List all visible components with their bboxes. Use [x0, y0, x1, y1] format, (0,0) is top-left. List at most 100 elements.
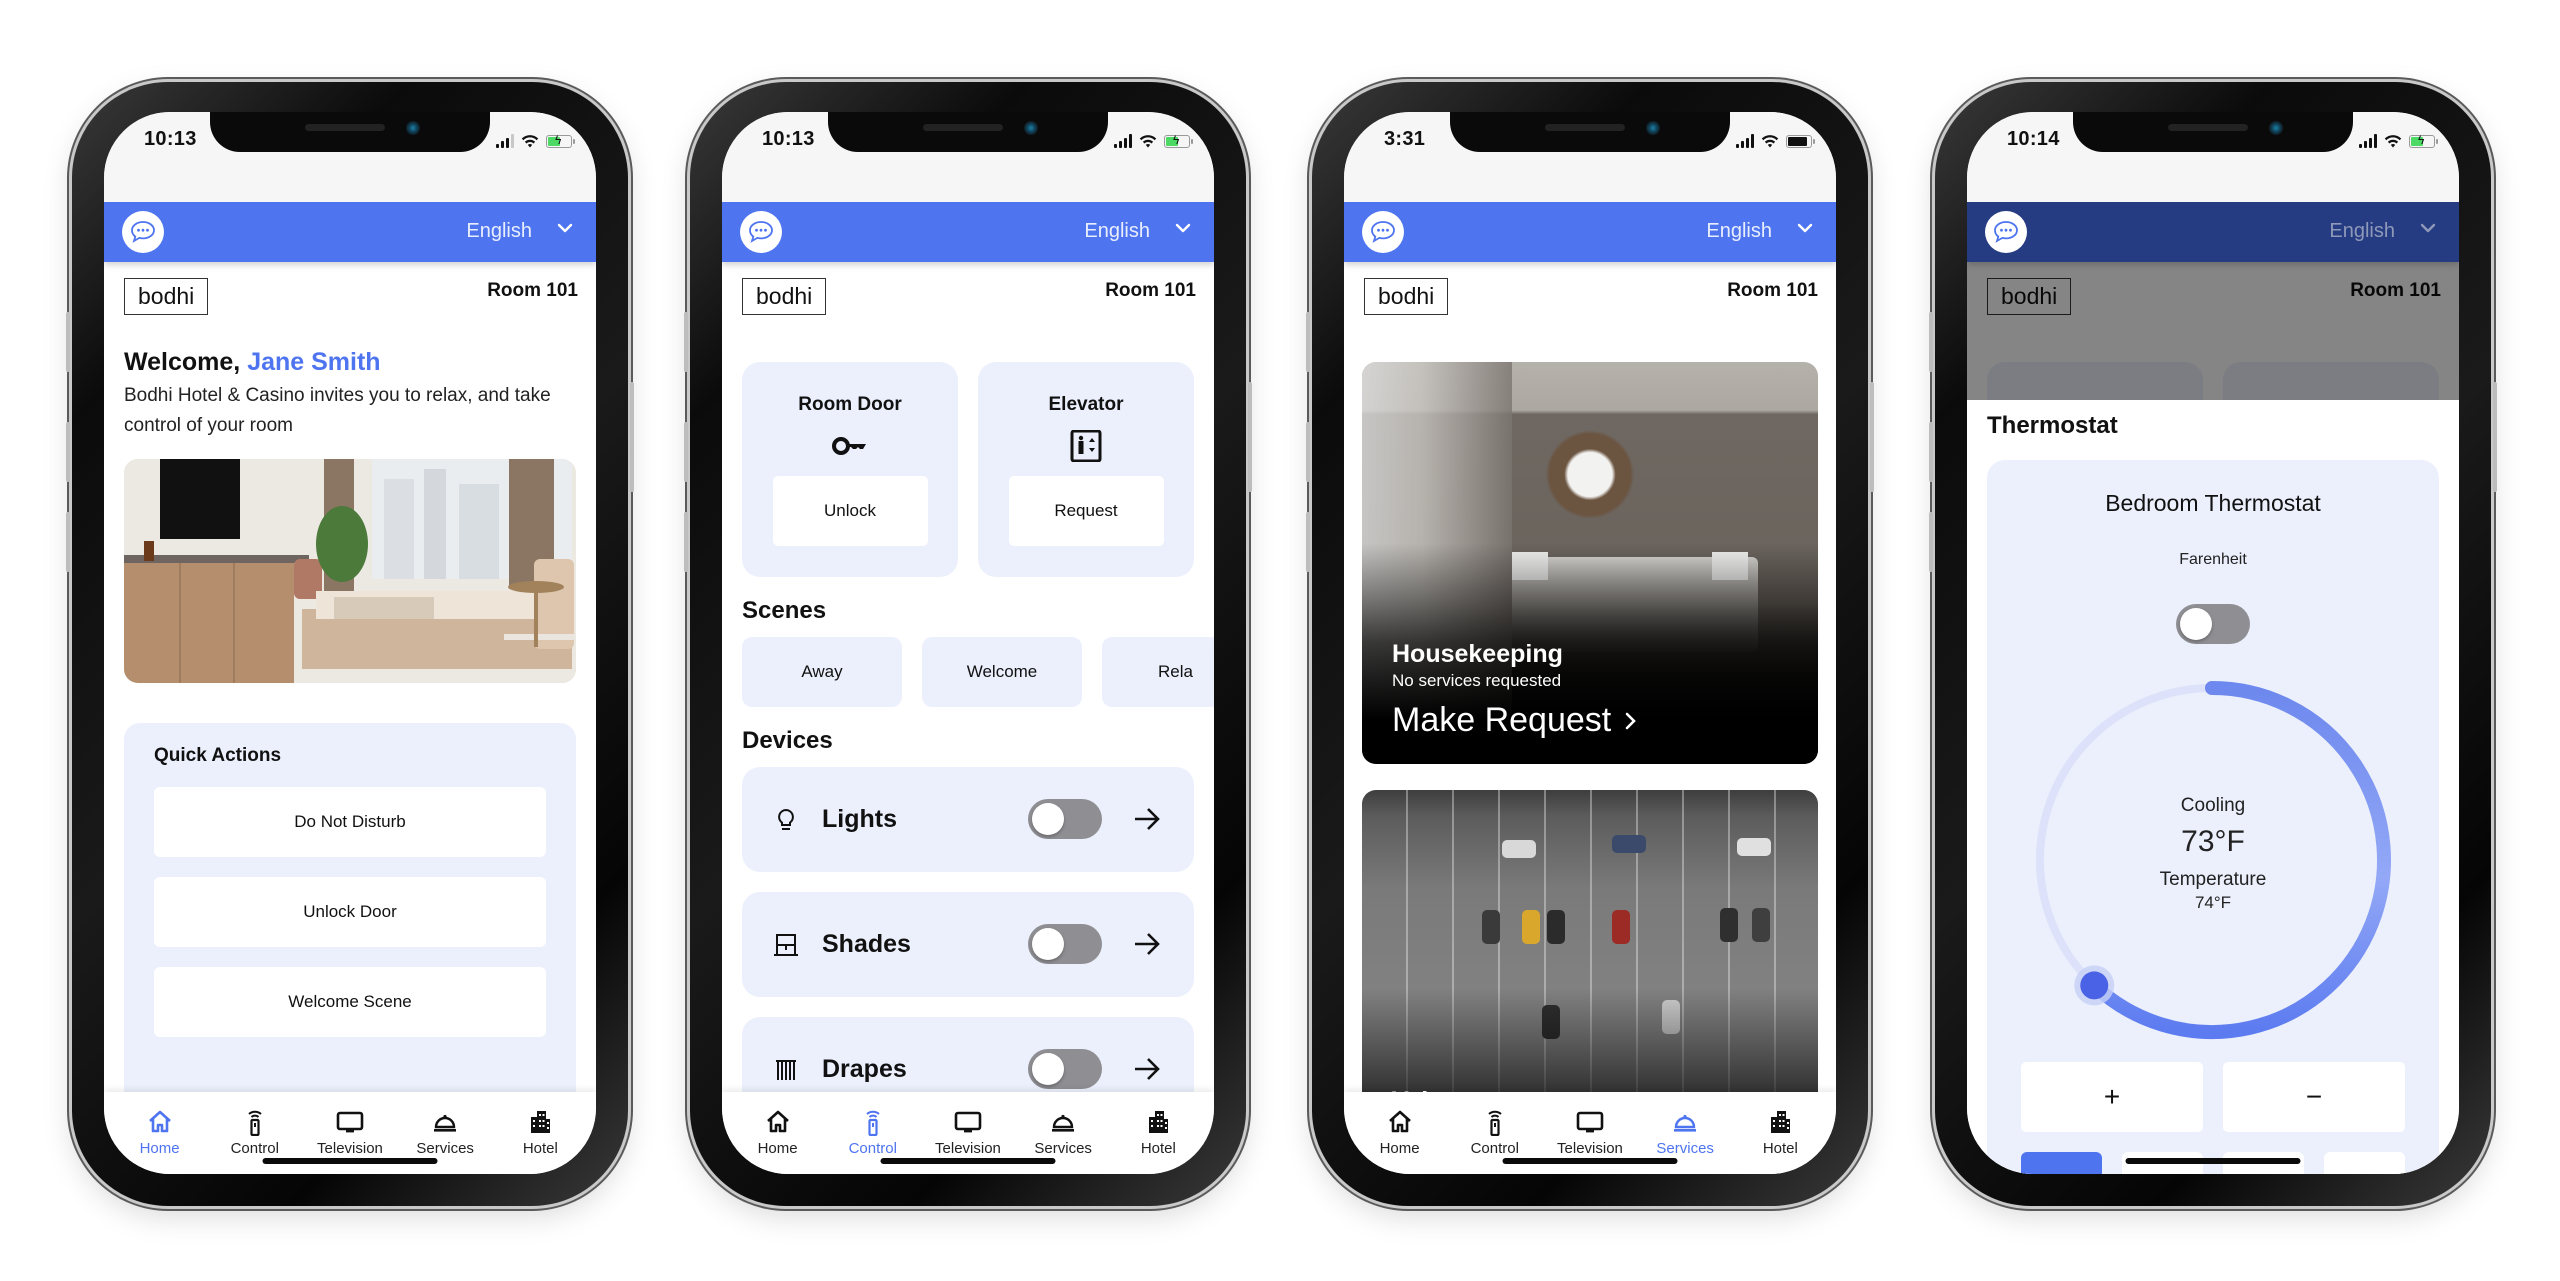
home-indicator[interactable] [880, 1158, 1056, 1164]
home-icon [1388, 1110, 1411, 1133]
arrow-right-icon[interactable] [1132, 1055, 1162, 1083]
service-status: No services requested [1392, 671, 1562, 690]
welcome-scene-button[interactable]: Welcome Scene [154, 967, 546, 1037]
home-indicator[interactable] [2125, 1158, 2301, 1164]
car-shape [1720, 908, 1738, 942]
phone-services-screen: 3:31 English bodhi Room 101 Housekeeping… [1306, 82, 1874, 1206]
chat-button[interactable] [1985, 211, 2027, 253]
drapes-toggle[interactable] [1028, 1049, 1102, 1089]
thermostat-name: Bedroom Thermostat [2105, 490, 2321, 516]
scene-welcome-button[interactable]: Welcome [922, 637, 1082, 707]
room-number: Room 101 [1105, 280, 1196, 301]
dial-handle[interactable] [2080, 971, 2109, 1000]
elevator-icon [1070, 430, 1102, 462]
app-header: English [1344, 202, 1836, 262]
tab-label: Hotel [1140, 1140, 1176, 1157]
tab-home[interactable]: Home [1355, 1092, 1445, 1174]
sheet-title: Thermostat [1987, 412, 2118, 439]
card-title: Room Door [798, 394, 902, 415]
service-title: Housekeeping [1392, 640, 1563, 668]
thermostat-card: Bedroom Thermostat Farenheit Cooling 73°… [1987, 460, 2439, 1174]
request-elevator-button[interactable]: Request [1008, 476, 1164, 546]
tab-label: Television [935, 1140, 1001, 1157]
welcome-message: Bodhi Hotel & Casino invites you to rela… [124, 385, 551, 436]
device-row-lights[interactable]: Lights [742, 767, 1194, 872]
tab-home[interactable]: Home [115, 1092, 205, 1174]
modal-backdrop[interactable] [1967, 262, 2459, 400]
chat-button[interactable] [740, 211, 782, 253]
device-row-shades[interactable]: Shades [742, 892, 1194, 997]
status-time: 3:31 [1384, 128, 1426, 150]
scenes-carousel[interactable]: Away Welcome Rela [722, 625, 1214, 707]
dial-readout: Cooling 73°F Temperature 74°F [1987, 795, 2439, 913]
hotel-logo: bodhi [124, 278, 209, 315]
wifi-icon [1761, 135, 1779, 148]
language-select[interactable]: English [466, 220, 532, 243]
do-not-disturb-button[interactable]: Do Not Disturb [154, 787, 546, 857]
mode-button[interactable] [2324, 1152, 2405, 1174]
increase-temperature-button[interactable]: + [2021, 1062, 2203, 1132]
tab-label: Home [139, 1140, 180, 1157]
housekeeping-card[interactable]: Housekeeping No services requested Make … [1362, 362, 1818, 764]
tab-label: Hotel [522, 1140, 558, 1157]
device-label: Shades [822, 930, 911, 958]
chevron-down-icon[interactable] [556, 219, 574, 237]
cellular-signal-icon [2359, 134, 2377, 148]
tab-home[interactable]: Home [733, 1092, 823, 1174]
home-indicator[interactable] [262, 1158, 438, 1164]
elevator-card: Elevator Request [978, 362, 1194, 577]
drapes-icon [776, 1059, 796, 1080]
scene-relax-button[interactable]: Rela [1102, 637, 1214, 707]
tab-label: Control [848, 1140, 897, 1157]
lights-toggle[interactable] [1028, 799, 1102, 839]
current-temperature-label: Temperature [2159, 869, 2267, 890]
welcome-prefix: Welcome, [124, 348, 248, 376]
phone-home-screen: 10:13 ϟ English bodhi Room 101 Welcome, … [66, 82, 634, 1206]
guest-name: Jane Smith [247, 348, 381, 376]
battery-charging-icon: ϟ [1164, 133, 1193, 148]
building-icon [1771, 1111, 1791, 1133]
arrow-right-icon[interactable] [1132, 930, 1162, 958]
chevron-down-icon[interactable] [2419, 219, 2437, 237]
app-header: English [722, 202, 1214, 262]
service-bell-icon [434, 1114, 457, 1132]
language-select[interactable]: English [2329, 220, 2395, 243]
tab-hotel[interactable]: Hotel [495, 1092, 585, 1174]
home-content: bodhi Room 101 Welcome, Jane Smith Bodhi… [104, 262, 596, 1174]
chat-button[interactable] [122, 211, 164, 253]
fahrenheit-toggle[interactable] [2176, 604, 2250, 644]
tab-label: Home [1379, 1140, 1420, 1157]
tab-hotel[interactable]: Hotel [1735, 1092, 1825, 1174]
status-time: 10:13 [144, 128, 197, 150]
valet-card[interactable]: Valet [1362, 790, 1818, 1120]
language-select[interactable]: English [1706, 220, 1772, 243]
unlock-door-button[interactable]: Unlock [772, 476, 928, 546]
car-shape [1662, 1000, 1680, 1034]
tab-label: Control [1470, 1140, 1519, 1157]
language-select[interactable]: English [1084, 220, 1150, 243]
chevron-down-icon[interactable] [1796, 219, 1814, 237]
hotel-room-illustration [124, 459, 576, 683]
home-indicator[interactable] [1502, 1158, 1678, 1164]
arrow-right-icon[interactable] [1132, 805, 1162, 833]
building-icon [531, 1111, 551, 1133]
tab-hotel[interactable]: Hotel [1113, 1092, 1203, 1174]
chat-button[interactable] [1362, 211, 1404, 253]
scene-away-button[interactable]: Away [742, 637, 902, 707]
mode-button[interactable] [2021, 1152, 2102, 1174]
device-label: Drapes [822, 1055, 907, 1083]
tab-label: Television [317, 1140, 383, 1157]
hotel-logo: bodhi [1364, 278, 1449, 315]
shades-toggle[interactable] [1028, 924, 1102, 964]
chat-bubble-icon [131, 221, 155, 243]
decrease-temperature-button[interactable]: − [2223, 1062, 2405, 1132]
unlock-door-button[interactable]: Unlock Door [154, 877, 546, 947]
services-content: bodhi Room 101 Housekeeping No services … [1344, 262, 1836, 1174]
make-request-link[interactable]: Make Request [1392, 701, 1637, 740]
car-shape [1612, 835, 1646, 853]
car-shape [1737, 838, 1771, 856]
lightbulb-icon [778, 808, 794, 830]
chevron-down-icon[interactable] [1174, 219, 1192, 237]
notch [1450, 112, 1730, 152]
shades-icon [774, 933, 798, 956]
